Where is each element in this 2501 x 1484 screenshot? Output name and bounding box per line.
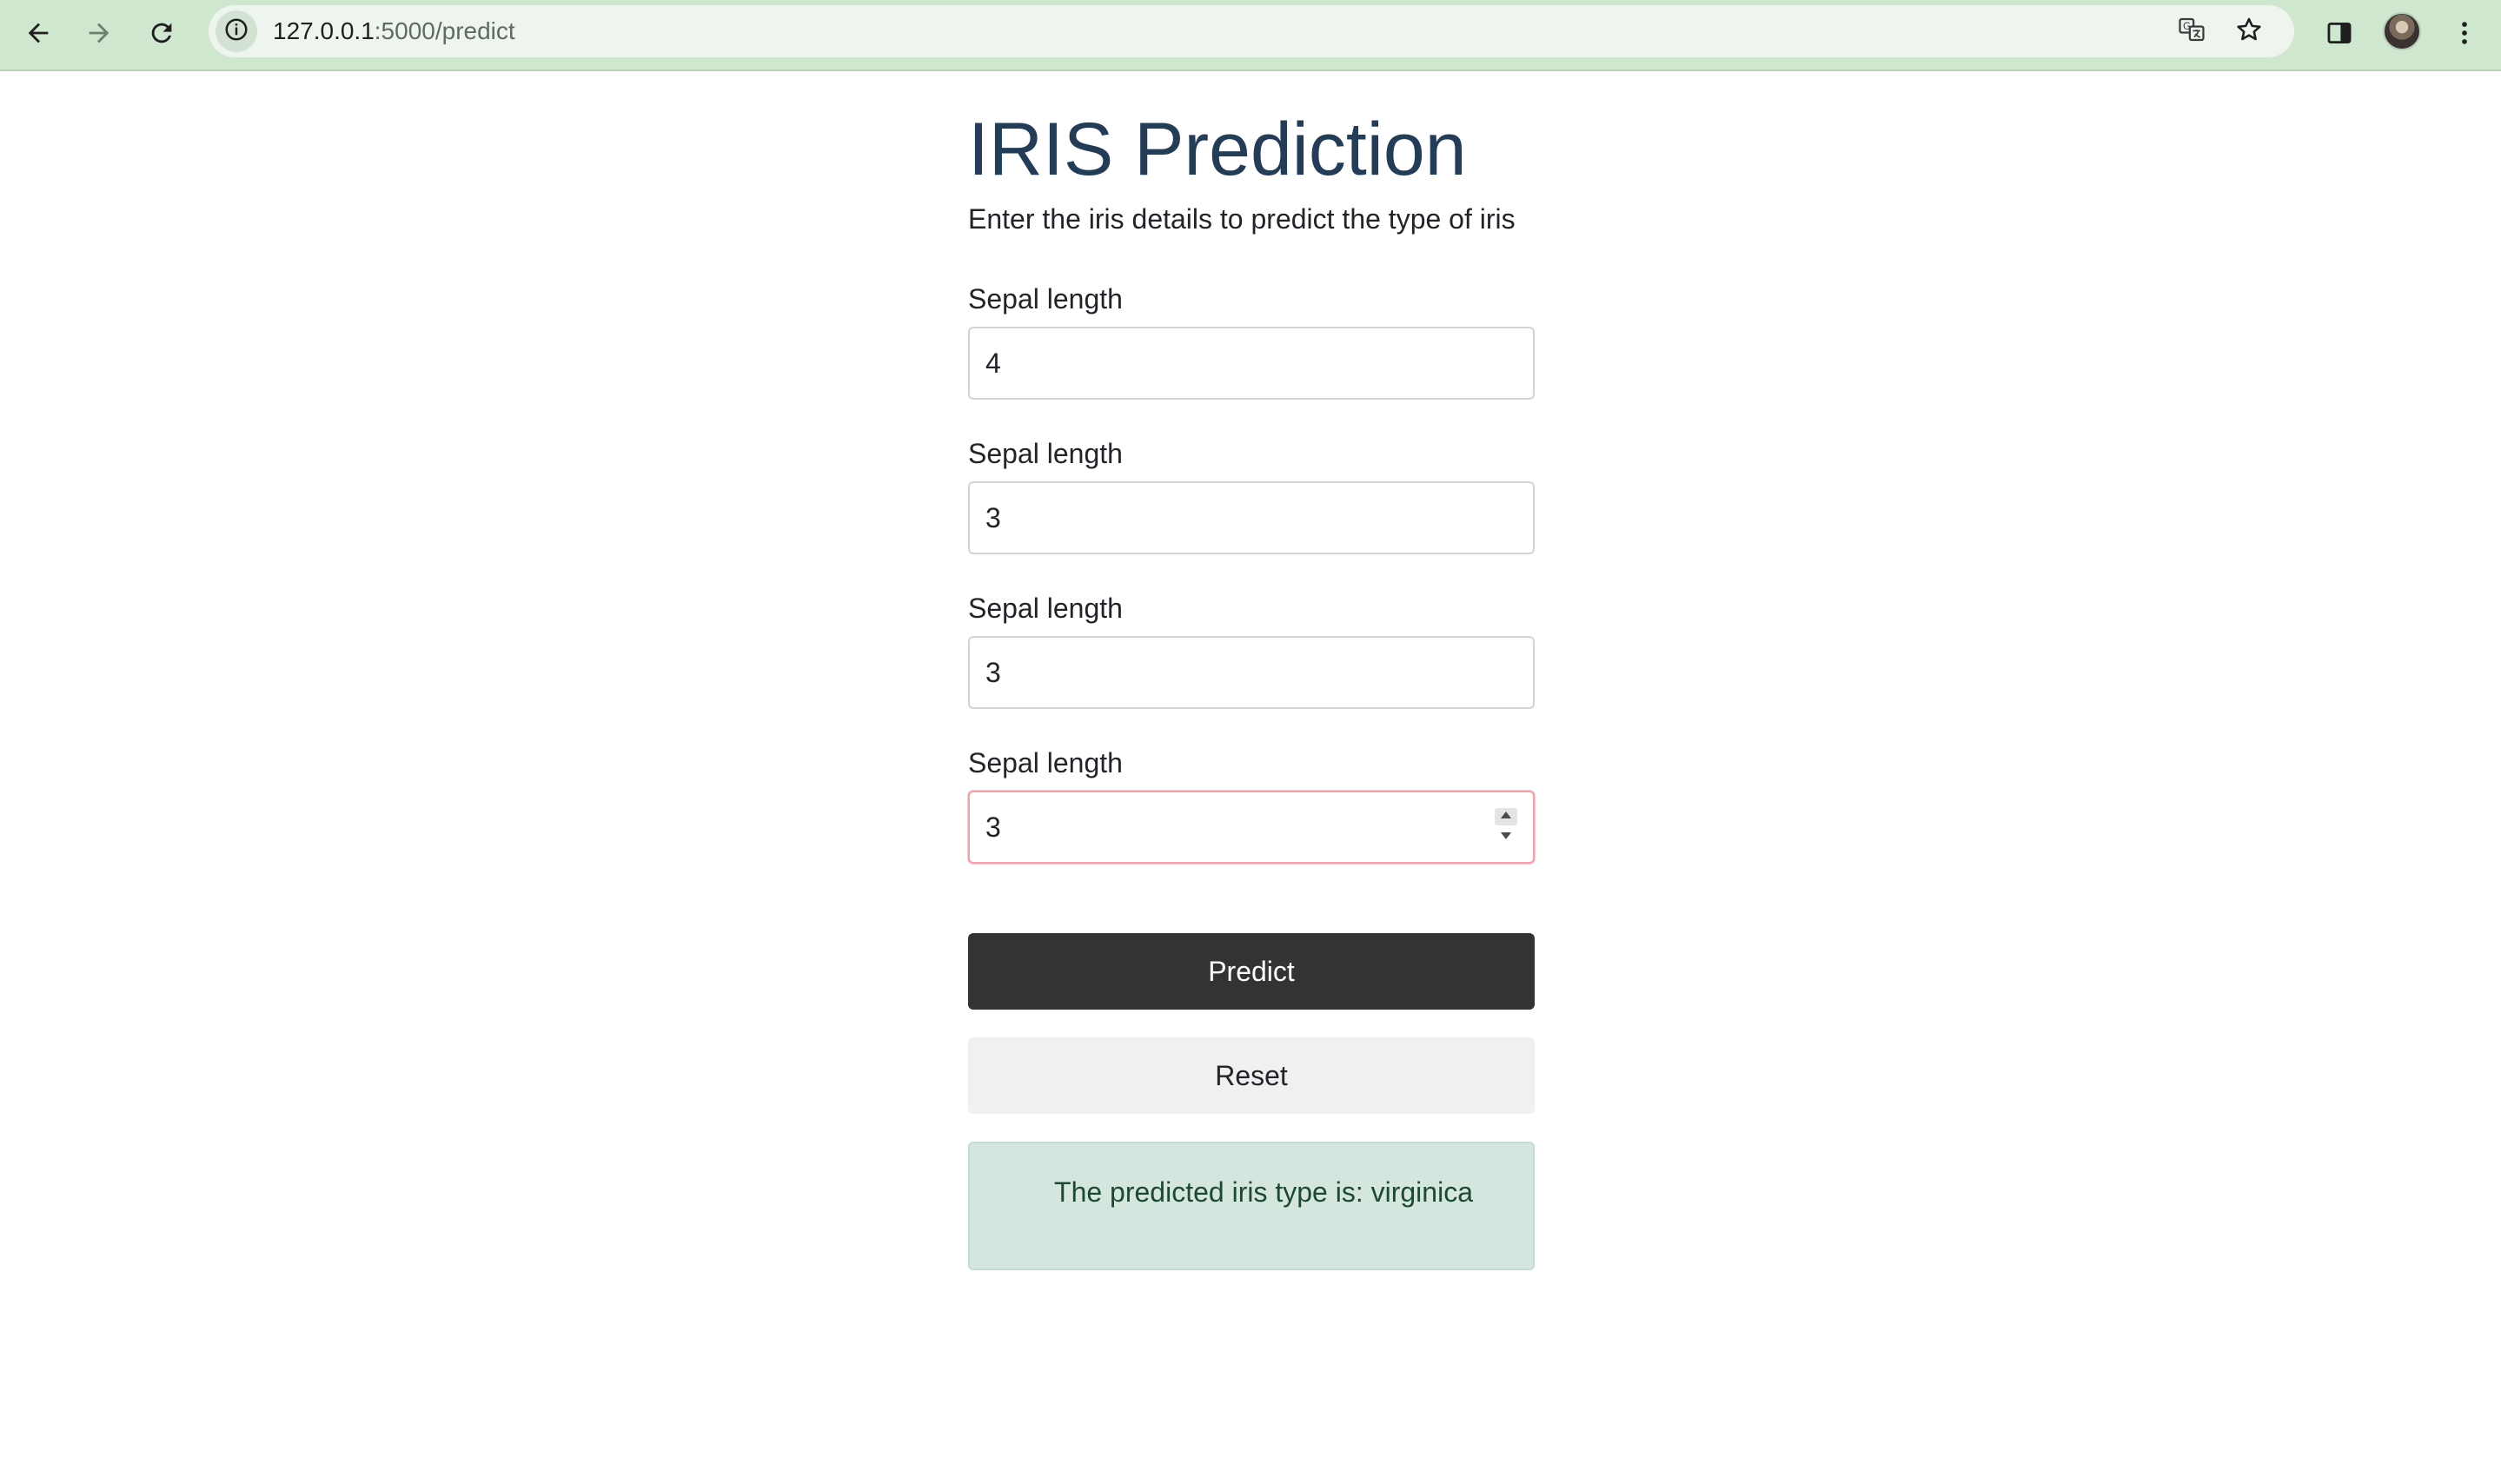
reload-icon — [147, 18, 176, 52]
triangle-down-icon — [1499, 830, 1513, 845]
stepper-up-button[interactable] — [1495, 808, 1517, 825]
field-label-3: Sepal length — [968, 593, 1123, 624]
prediction-result-text: The predicted iris type is: virginica — [1054, 1176, 1473, 1208]
address-bar[interactable]: 127.0.0.1:5000/predict G — [209, 5, 2294, 57]
browser-toolbar: 127.0.0.1:5000/predict G — [0, 0, 2501, 71]
field-label-2: Sepal length — [968, 438, 1123, 469]
arrow-left-icon — [23, 18, 53, 52]
arrow-right-icon — [84, 18, 114, 52]
side-panel-button[interactable] — [2315, 10, 2364, 59]
prediction-result-alert: The predicted iris type is: virginica — [968, 1142, 1535, 1270]
site-info-button[interactable] — [216, 10, 257, 52]
url-path: :5000/predict — [374, 17, 515, 44]
translate-icon: G — [2177, 15, 2206, 49]
bookmark-button[interactable] — [2230, 12, 2268, 50]
predict-button[interactable]: Predict — [968, 933, 1535, 1010]
avatar[interactable] — [2383, 12, 2421, 50]
star-icon — [2234, 15, 2264, 49]
page-title: IRIS Prediction — [968, 108, 1467, 191]
menu-button[interactable] — [2440, 10, 2489, 59]
url-text[interactable]: 127.0.0.1:5000/predict — [273, 5, 515, 57]
triangle-up-icon — [1499, 809, 1513, 825]
sepal-length-input-4[interactable] — [968, 791, 1535, 864]
stepper-down-button[interactable] — [1495, 829, 1517, 846]
reset-button[interactable]: Reset — [968, 1037, 1535, 1114]
sepal-length-input-2[interactable] — [968, 481, 1535, 554]
forward-button[interactable] — [75, 10, 123, 59]
sepal-length-input-1[interactable] — [968, 327, 1535, 400]
kebab-menu-icon — [2450, 18, 2479, 52]
side-panel-icon — [2325, 18, 2354, 52]
reload-button[interactable] — [137, 10, 186, 59]
field-label-4: Sepal length — [968, 747, 1123, 778]
field-label-1: Sepal length — [968, 283, 1123, 315]
info-icon — [223, 17, 249, 47]
number-stepper[interactable] — [1493, 808, 1519, 846]
translate-button[interactable]: G — [2173, 12, 2211, 50]
sepal-length-input-3[interactable] — [968, 636, 1535, 709]
url-host: 127.0.0.1 — [273, 17, 375, 44]
page-subtitle: Enter the iris details to predict the ty… — [968, 203, 1516, 235]
back-button[interactable] — [14, 10, 63, 59]
